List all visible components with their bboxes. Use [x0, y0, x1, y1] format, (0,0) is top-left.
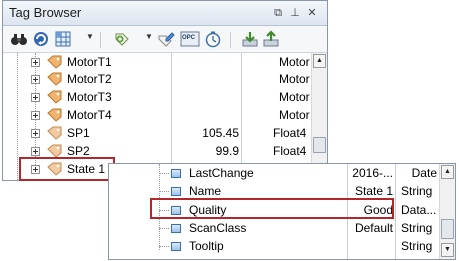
tag-value: 105.45	[202, 126, 239, 140]
tag-type: Float4	[273, 144, 307, 158]
tree-scrollbar[interactable]: ▲	[311, 53, 327, 180]
expand-icon[interactable]	[31, 58, 40, 67]
tag-type: Motor	[279, 72, 310, 86]
refresh-icon[interactable]	[32, 30, 50, 48]
property-name: LastChange	[189, 166, 254, 180]
tree-row-motort3[interactable]: MotorT3 Motor	[3, 89, 311, 106]
tree-branch-line	[159, 173, 169, 174]
expand-icon[interactable]	[31, 147, 40, 156]
property-value: State 1	[354, 184, 393, 198]
property-icon	[171, 242, 181, 251]
tag-icon	[47, 55, 62, 69]
state1-highlight	[19, 157, 115, 181]
title-bar: Tag Browser ⧉ ⊥ ✕	[3, 1, 327, 26]
expand-icon[interactable]	[31, 111, 40, 120]
expand-icon[interactable]	[31, 75, 40, 84]
expand-icon[interactable]	[31, 129, 40, 138]
property-icon	[171, 169, 181, 178]
tag-type: Motor	[279, 55, 310, 69]
tree-branch-line	[159, 228, 169, 229]
new-tag-icon[interactable]	[113, 30, 131, 48]
panel-title: Tag Browser	[9, 5, 82, 20]
opc-label: OPC	[182, 35, 196, 41]
tree-row-sp1[interactable]: SP1 105.45 Float4	[3, 125, 311, 142]
tree-row-motort2[interactable]: MotorT2 Motor	[3, 71, 311, 88]
opc-icon[interactable]: OPC	[180, 30, 200, 48]
expand-icon[interactable]	[31, 93, 40, 102]
scroll-thumb[interactable]	[313, 137, 326, 153]
tree-row-motort4[interactable]: MotorT4 Motor	[3, 107, 311, 124]
toolbar: ▼ ▼ OPC	[3, 26, 327, 53]
tag-name: SP1	[67, 126, 90, 140]
property-name: Tooltip	[189, 239, 224, 253]
prop-row-lastchange[interactable]: LastChange 2016-... Date	[109, 165, 439, 182]
property-name: Name	[189, 184, 222, 198]
grid-dropdown-arrow[interactable]: ▼	[86, 32, 94, 41]
restore-window-button[interactable]: ⧉	[271, 6, 285, 20]
tree-branch-line	[159, 246, 169, 247]
scroll-up-button[interactable]: ▲	[441, 165, 454, 179]
tag-type: Motor	[279, 108, 310, 122]
property-type: String	[401, 239, 433, 253]
property-icon	[171, 187, 181, 196]
prop-row-tooltip[interactable]: Tooltip String	[109, 238, 439, 255]
tag-icon	[47, 90, 62, 104]
tag-value: 99.9	[215, 144, 239, 158]
toolbar-separator	[100, 32, 101, 48]
tag-name: MotorT3	[67, 90, 112, 104]
tag-icon	[47, 144, 62, 158]
import-icon[interactable]	[241, 30, 259, 48]
property-value: Default	[354, 221, 393, 235]
scroll-down-button[interactable]: ▼	[441, 243, 454, 257]
tag-name: MotorT1	[67, 55, 112, 69]
tag-name: MotorT2	[67, 72, 112, 86]
tag-name: SP2	[67, 144, 90, 158]
prop-row-scanclass[interactable]: ScanClass Default String	[109, 220, 439, 237]
tree-branch-line	[159, 191, 169, 192]
property-icon	[171, 224, 181, 233]
tag-icon	[47, 72, 62, 86]
quality-highlight	[150, 198, 394, 219]
property-type: Date	[411, 166, 437, 180]
new-tag-dropdown-arrow[interactable]: ▼	[145, 32, 153, 41]
scroll-up-button[interactable]: ▲	[313, 54, 326, 68]
tag-browser-panel: Tag Browser ⧉ ⊥ ✕ ▼ ▼ OPC MotorT1 Motor …	[2, 0, 328, 181]
grid-icon[interactable]	[54, 30, 72, 48]
close-button[interactable]: ✕	[305, 6, 319, 20]
binoculars-icon[interactable]	[10, 30, 28, 48]
property-type: String	[401, 184, 433, 198]
tag-name: MotorT4	[67, 108, 112, 122]
properties-scrollbar[interactable]: ▲ ▼	[439, 164, 455, 259]
property-type: Data...	[401, 203, 437, 217]
scroll-thumb[interactable]	[441, 219, 454, 239]
tag-type: Float4	[273, 126, 307, 140]
timer-icon[interactable]	[204, 30, 222, 48]
tag-icon	[47, 108, 62, 122]
property-type: String	[401, 221, 433, 235]
export-icon[interactable]	[262, 30, 280, 48]
property-value: 2016-...	[352, 166, 393, 180]
property-name: ScanClass	[189, 221, 247, 235]
tag-type: Motor	[279, 90, 310, 104]
edit-tag-icon[interactable]	[157, 30, 175, 48]
toolbar-separator-2	[230, 32, 231, 48]
tag-icon	[47, 126, 62, 140]
tree-row-motort1[interactable]: MotorT1 Motor	[3, 54, 311, 71]
pin-button[interactable]: ⊥	[288, 6, 302, 20]
